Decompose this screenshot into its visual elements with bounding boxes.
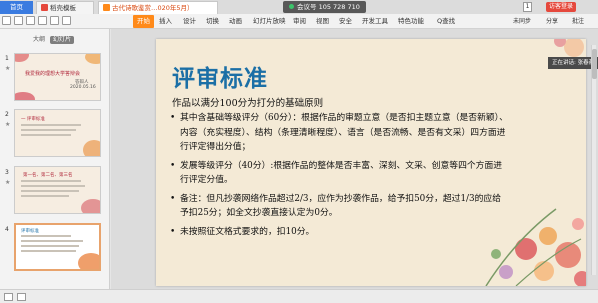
undo-icon[interactable] <box>38 16 47 25</box>
flower-decoration <box>81 199 100 213</box>
slides-panel: 大纲 幻灯片 1 ★ 我爱我的理想大学答辩会 答辩人 2020.05.16 2 … <box>0 29 110 289</box>
tab-outline[interactable]: 大纲 <box>30 36 48 44</box>
menu-developer[interactable]: 开发工具 <box>362 15 388 28</box>
flower-decoration <box>78 253 99 269</box>
print-icon[interactable] <box>26 16 35 25</box>
thumb-title: 一 评审标准 <box>21 117 45 122</box>
menu-features[interactable]: 特色功能 <box>398 15 424 28</box>
status-bar <box>0 289 598 303</box>
tab-template-label: 稻壳模板 <box>50 4 76 12</box>
flower-decoration <box>15 92 35 100</box>
menu-slideshow[interactable]: 幻灯片放映 <box>253 15 286 28</box>
quick-access-toolbar <box>2 16 120 27</box>
menu-review[interactable]: 审阅 <box>293 15 306 28</box>
thumb-title: 评审标准 <box>21 229 39 234</box>
visitor-login-button[interactable]: 访客登录 <box>546 2 577 12</box>
menu-security[interactable]: 安全 <box>339 15 352 28</box>
tab-template[interactable]: 稻壳模板 <box>36 1 94 14</box>
view-normal-icon[interactable] <box>4 293 13 301</box>
slide-title[interactable]: 评审标准 <box>172 59 268 93</box>
meeting-status-icon <box>289 4 294 9</box>
title-bar: 首页 稻壳模板 古代诗歌鉴赏…020年5月） 会议号 105 728 710 1… <box>0 0 598 14</box>
meeting-badge[interactable]: 会议号 105 728 710 <box>283 1 366 13</box>
animation-star-icon: ★ <box>5 65 11 72</box>
flower-decoration <box>15 54 29 62</box>
tab-slides[interactable]: 幻灯片 <box>50 36 75 44</box>
window-count[interactable]: 1 <box>523 2 532 12</box>
slide-thumbnail-2[interactable]: 一 评审标准 <box>14 109 101 157</box>
thumb-title: 第一名、第二名、第三名 <box>23 173 73 178</box>
tab-document-label: 古代诗歌鉴赏…020年5月） <box>112 4 194 12</box>
share-button[interactable]: 分享 <box>546 15 558 28</box>
ppt-file-icon <box>103 4 110 11</box>
slide-thumbnail-4[interactable]: 评审标准 <box>14 223 101 271</box>
bullet-item: 未按照征文格式要求的，扣10分。 <box>169 225 509 240</box>
menu-start[interactable]: 开始 <box>133 15 154 28</box>
thumb-date: 2020.05.16 <box>70 85 96 90</box>
menu-bar: 开始 插入 设计 切换 动画 幻灯片放映 审阅 视图 安全 开发工具 特色功能 … <box>0 14 598 29</box>
save-icon[interactable] <box>14 16 23 25</box>
slide-thumbnail-3[interactable]: 第一名、第二名、第三名 <box>14 166 101 214</box>
tab-document[interactable]: 古代诗歌鉴赏…020年5月） <box>98 1 218 14</box>
animation-star-icon: ★ <box>5 121 11 128</box>
redo-icon[interactable] <box>50 16 59 25</box>
comment-button[interactable]: 批注 <box>572 15 584 28</box>
bullet-item: 其中含基础等级评分（60分）：根据作品的审题立意（是否扣主题立意（是否新颖）、内… <box>169 111 509 155</box>
menu-design[interactable]: 设计 <box>183 15 196 28</box>
view-sorter-icon[interactable] <box>17 293 26 301</box>
flower-decoration <box>83 140 100 156</box>
slide-number: 1 <box>5 55 9 62</box>
bullet-list[interactable]: 其中含基础等级评分（60分）：根据作品的审题立意（是否扣主题立意（是否新颖）、内… <box>169 111 509 243</box>
slide-number: 3 <box>5 169 9 176</box>
scrollbar-thumb[interactable] <box>592 49 597 79</box>
menu-transition[interactable]: 切换 <box>206 15 219 28</box>
bullet-item: 发展等级评分（40分）:根据作品的整体是否丰富、深刻、文采、创意等四个方面进行评… <box>169 159 509 188</box>
thumb-title: 我爱我的理想大学答辩会 <box>25 71 81 77</box>
current-slide[interactable]: 评审标准 作品以满分100分为打分的基础原则 其中含基础等级评分（60分）：根据… <box>156 39 586 286</box>
slide-number: 2 <box>5 111 9 118</box>
docer-icon <box>41 4 48 11</box>
search-button[interactable]: Q查找 <box>437 15 455 28</box>
bullet-item: 备注：但凡抄袭网络作品超过2/3，应作为抄袭作品，给予扣50分，超过1/3的应给… <box>169 192 509 221</box>
vertical-scrollbar[interactable] <box>591 45 597 275</box>
meeting-number: 会议号 105 728 710 <box>297 3 360 11</box>
slide-thumbnail-1[interactable]: 我爱我的理想大学答辩会 答辩人 2020.05.16 <box>14 53 101 101</box>
menu-insert[interactable]: 插入 <box>159 15 172 28</box>
dropdown-icon[interactable] <box>62 16 71 25</box>
slide-number: 4 <box>5 226 9 233</box>
menu-animation[interactable]: 动画 <box>229 15 242 28</box>
animation-star-icon: ★ <box>5 179 11 186</box>
slide-subtitle[interactable]: 作品以满分100分为打分的基础原则 <box>172 95 323 109</box>
tab-home[interactable]: 首页 <box>0 1 33 14</box>
sync-status[interactable]: 未同步 <box>513 15 531 28</box>
menu-view[interactable]: 视图 <box>316 15 329 28</box>
flower-decoration <box>85 54 100 64</box>
menu-icon[interactable] <box>2 16 11 25</box>
